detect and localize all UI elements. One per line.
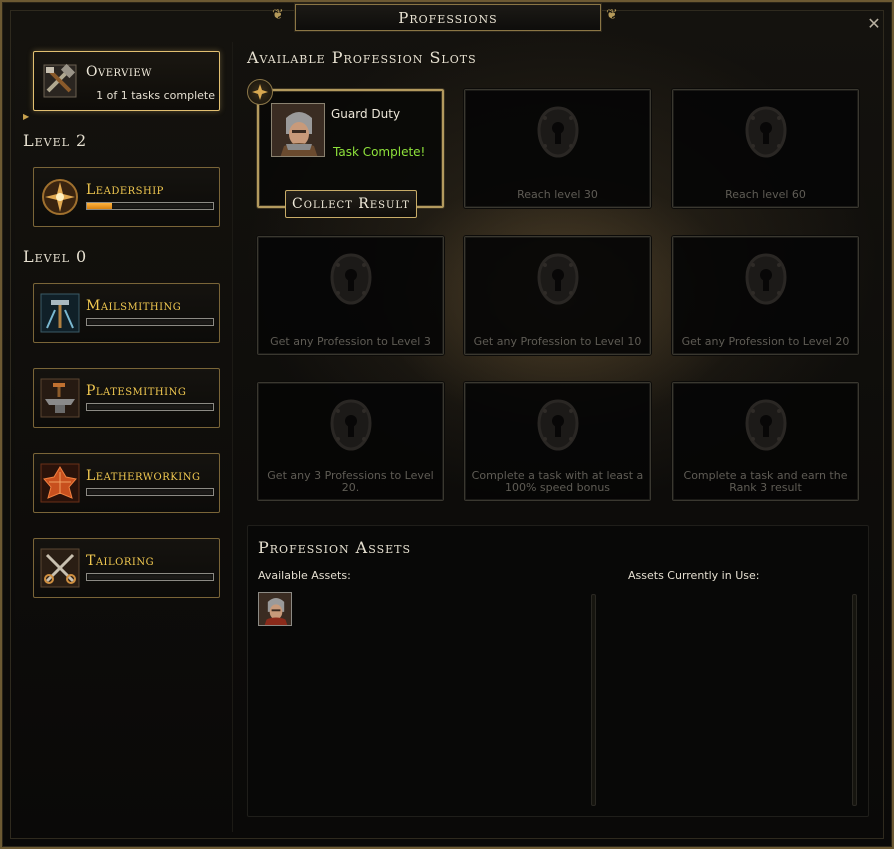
slot-requirement: Get any Profession to Level 10: [473, 335, 642, 348]
locked-slot: Reach level 30: [464, 89, 651, 208]
sidebar-item-leatherworking-label: Leatherworking: [86, 468, 201, 484]
sidebar-item-overview[interactable]: Overview 1 of 1 tasks complete: [33, 51, 220, 111]
overview-task-status: 1 of 1 tasks complete: [96, 89, 215, 102]
leadership-progress-bar: [86, 202, 214, 210]
leatherworking-progress-bar: [86, 488, 214, 496]
title-bar: Professions: [295, 4, 601, 31]
slot-requirement: Reach level 30: [517, 188, 598, 201]
leatherworking-icon: [38, 460, 82, 506]
padlock-icon: [536, 253, 579, 305]
leadership-progress-fill: [87, 203, 113, 209]
padlock-icon: [329, 253, 372, 305]
slot-requirement: Complete a task with at least a 100% spe…: [471, 469, 644, 494]
padlock-icon: [744, 106, 787, 158]
padlock-icon: [536, 106, 579, 158]
sidebar-item-mailsmithing-label: Mailsmithing: [86, 298, 182, 314]
slot-requirement: Get any Profession to Level 3: [270, 335, 431, 348]
sidebar-item-leatherworking[interactable]: Leatherworking: [33, 453, 220, 513]
slot-requirement: Get any 3 Professions to Level 20.: [267, 469, 434, 494]
padlock-icon: [744, 399, 787, 451]
sidebar-item-leadership[interactable]: Leadership: [33, 167, 220, 227]
in-use-assets-scrollbar[interactable]: [852, 594, 857, 806]
level-0-heading: Level 0: [23, 247, 88, 266]
locked-slot: Get any Profession to Level 20: [672, 236, 859, 355]
leadership-icon: [38, 174, 82, 220]
platesmithing-icon: [38, 375, 82, 421]
window-title: Professions: [398, 8, 498, 27]
sidebar-item-platesmithing[interactable]: Platesmithing: [33, 368, 220, 428]
mailsmithing-icon: [38, 290, 82, 336]
tailoring-icon: [38, 545, 82, 591]
slot-requirement: Complete a task and earn the Rank 3 resu…: [683, 469, 848, 494]
available-assets-scrollbar[interactable]: [591, 594, 596, 806]
slot-requirement: Get any Profession to Level 20: [681, 335, 850, 348]
active-task-status: Task Complete!: [333, 145, 426, 159]
active-task-name: Guard Duty: [331, 107, 401, 121]
active-profession-slot[interactable]: Guard Duty Task Complete! Collect Result: [247, 79, 444, 218]
platesmithing-progress-bar: [86, 403, 214, 411]
sidebar-item-tailoring[interactable]: Tailoring: [33, 538, 220, 598]
title-ornament-left-icon: ❦: [272, 7, 284, 23]
sidebar-item-tailoring-label: Tailoring: [86, 553, 155, 569]
profession-assets-panel: Profession Assets Available Assets: Asse…: [247, 525, 869, 817]
selected-marker-icon: ▶: [23, 112, 30, 121]
guard-portrait-icon: [271, 103, 325, 157]
sidebar-item-leadership-label: Leadership: [86, 182, 164, 198]
overview-icon: [38, 58, 82, 104]
locked-slot: Get any 3 Professions to Level 20.: [257, 382, 444, 501]
sidebar-item-overview-label: Overview: [86, 64, 152, 80]
padlock-icon: [744, 253, 787, 305]
sidebar-item-platesmithing-label: Platesmithing: [86, 383, 187, 399]
profession-sidebar: ▶ Overview 1 of 1 tasks complete Level 2: [15, 42, 233, 832]
locked-slot: Reach level 60: [672, 89, 859, 208]
profession-slots-title: Available Profession Slots: [247, 48, 477, 67]
mailsmithing-progress-bar: [86, 318, 214, 326]
available-assets-label: Available Assets:: [258, 569, 351, 582]
assets-in-use-label: Assets Currently in Use:: [628, 569, 760, 582]
locked-slot: Complete a task with at least a 100% spe…: [464, 382, 651, 501]
leadership-badge-icon: [247, 79, 273, 105]
collect-result-button[interactable]: Collect Result: [285, 190, 417, 218]
locked-slot: Complete a task and earn the Rank 3 resu…: [672, 382, 859, 501]
title-ornament-right-icon: ❦: [606, 7, 618, 23]
sidebar-item-mailsmithing[interactable]: Mailsmithing: [33, 283, 220, 343]
padlock-icon: [536, 399, 579, 451]
tailoring-progress-bar: [86, 573, 214, 581]
padlock-icon: [329, 399, 372, 451]
level-2-heading: Level 2: [23, 131, 88, 150]
locked-slot: Get any Profession to Level 10: [464, 236, 651, 355]
profession-assets-title: Profession Assets: [258, 538, 412, 557]
guard-asset-icon[interactable]: [258, 592, 292, 626]
locked-slot: Get any Profession to Level 3: [257, 236, 444, 355]
close-icon[interactable]: ✕: [866, 16, 882, 32]
slot-requirement: Reach level 60: [725, 188, 806, 201]
professions-window: ❦ Professions ❦ ✕ ▶ Overview 1 of 1 task…: [0, 0, 894, 849]
